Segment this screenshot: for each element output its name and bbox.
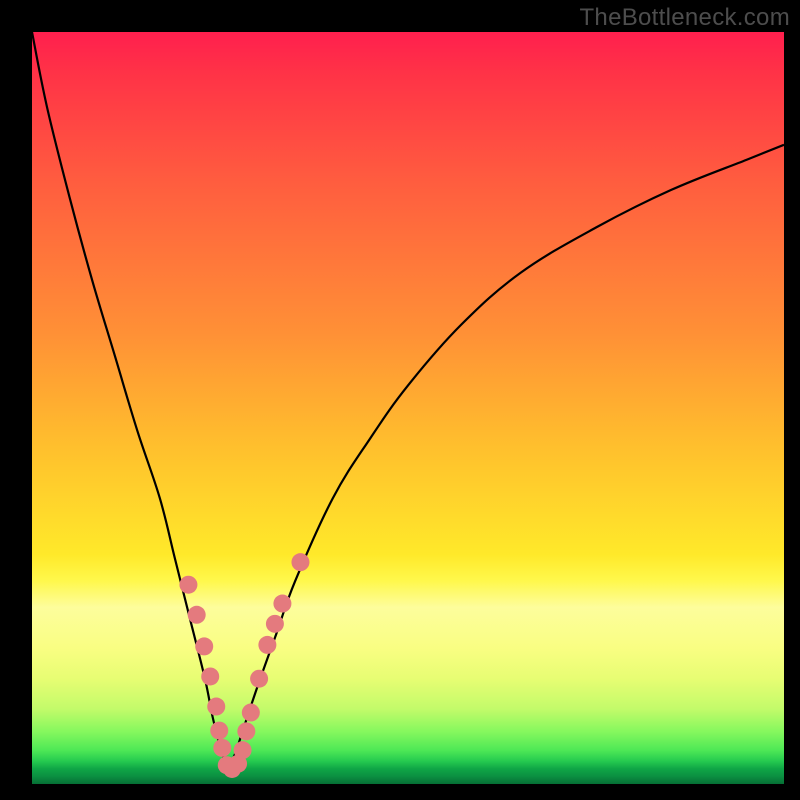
curve-marker [237, 722, 255, 740]
curve-marker [188, 606, 206, 624]
curve-right [228, 145, 784, 769]
curve-marker [250, 670, 268, 688]
curve-marker [291, 553, 309, 571]
curve-marker [242, 704, 260, 722]
curve-marker [273, 595, 291, 613]
curve-marker [213, 739, 231, 757]
watermark-text: TheBottleneck.com [579, 4, 790, 32]
curve-left [32, 32, 228, 769]
curve-marker [234, 741, 252, 759]
curve-markers [179, 553, 309, 778]
curve-marker [266, 615, 284, 633]
curve-layer [32, 32, 784, 784]
curve-marker [201, 667, 219, 685]
chart-frame: TheBottleneck.com [0, 0, 800, 800]
curve-marker [210, 722, 228, 740]
curve-marker [195, 637, 213, 655]
plot-area [32, 32, 784, 784]
curve-marker [179, 576, 197, 594]
curve-marker [258, 636, 276, 654]
curve-marker [207, 698, 225, 716]
